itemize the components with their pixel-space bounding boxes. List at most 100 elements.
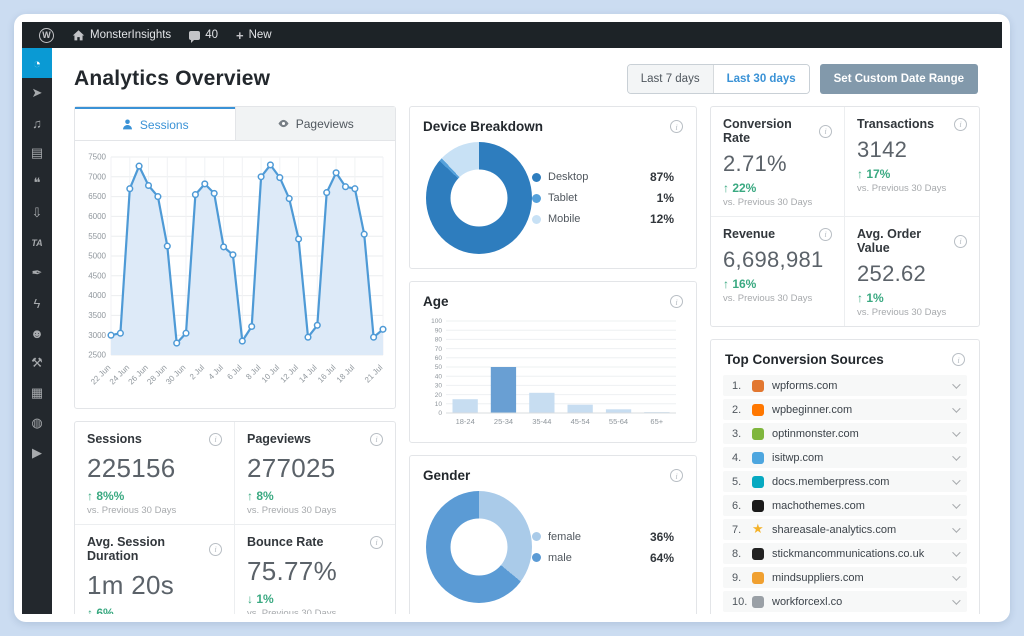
sidebar-item-appearance[interactable]: ✒ [22,258,52,288]
stat-card-2: Avg. Session Durationi1m 20s↑ 6%vs. Prev… [75,525,235,614]
source-rank: 3. [732,427,742,440]
source-rank: 6. [732,499,742,512]
source-row-mindsuppliers.com[interactable]: 9. mindsuppliers.com [723,567,967,588]
chevron-down-icon[interactable] [952,427,961,437]
chevron-down-icon[interactable] [952,451,961,461]
sidebar-item-notifications[interactable]: ◍ [22,408,52,438]
page-header: Analytics Overview Last 7 days Last 30 d… [52,48,1002,104]
info-icon[interactable]: i [954,234,967,248]
chevron-down-icon[interactable] [952,499,961,509]
info-icon[interactable]: i [209,432,222,446]
sidebar-item-settings[interactable]: ▦ [22,378,52,408]
svg-text:55-64: 55-64 [609,417,628,426]
gender-title: Gender [423,468,471,483]
stat-value: 2.71% [723,151,787,176]
sidebar-item-comments[interactable]: ❝ [22,168,52,198]
last-30-days-button[interactable]: Last 30 days [713,65,809,93]
source-row-machothemes.com[interactable]: 6. machothemes.com [723,495,967,516]
svg-text:24 Jun: 24 Jun [108,363,131,386]
svg-text:12 Jul: 12 Jul [279,363,301,385]
source-row-optinmonster.com[interactable]: 3. optinmonster.com [723,423,967,444]
site-name-menu[interactable]: MonsterInsights [63,22,180,48]
chevron-down-icon[interactable] [952,523,961,533]
info-icon[interactable]: i [670,469,683,482]
info-icon[interactable]: i [819,227,832,241]
person-icon [122,119,132,130]
info-icon[interactable]: i [370,432,383,446]
set-custom-date-range-button[interactable]: Set Custom Date Range [819,64,978,94]
comment-bubble-icon [189,30,201,43]
svg-text:50: 50 [435,364,443,371]
stat-card-0: Conversion Rate i 2.71% ↑ 22% vs. Previous 3… [711,107,845,217]
legend-value: 36% [649,529,674,544]
wp-admin-bar: W MonsterInsights 40 + New [22,22,1002,48]
sessions-line-chart: 2500 3000 3500 4000 4500 5000 5500 6000 6500 7000… [75,141,395,408]
gender-card: Gender i female 36% male 64% [409,455,697,614]
favicon-icon [752,403,764,416]
gender-legend: female 36% male 64% [532,530,674,565]
chevron-down-icon[interactable] [952,571,961,581]
sidebar-item-pages[interactable]: ▤ [22,138,52,168]
legend-item-male: male 64% [532,551,674,565]
source-row-stickmancommunications.co.uk[interactable]: 8. stickmancommunications.co.uk [723,543,967,564]
favicon-icon [752,571,764,584]
favicon-star-icon: ★ [752,520,764,536]
sidebar-item-dashboard[interactable]: ◔ [22,48,52,78]
sidebar-item-media[interactable]: ♫ [22,108,52,138]
chevron-down-icon[interactable] [952,595,961,605]
info-icon[interactable]: i [952,353,965,366]
legend-dot [532,553,541,562]
svg-text:20: 20 [435,392,443,399]
info-icon[interactable]: i [954,117,967,131]
info-icon[interactable]: i [670,295,683,308]
svg-text:26 Jun: 26 Jun [127,363,150,386]
gauge-icon: ◔ [33,55,41,71]
source-row-shareasale-analytics.com[interactable]: 7. ★ shareasale-analytics.com [723,519,967,540]
svg-text:4500: 4500 [88,271,106,280]
wordpress-logo-menu[interactable]: W [30,22,63,48]
source-row-wpbeginner.com[interactable]: 2. wpbeginner.com [723,399,967,420]
sidebar-item-ta-plugin[interactable]: TA [22,228,52,258]
svg-text:35-44: 35-44 [532,417,551,426]
tab-sessions[interactable]: Sessions [75,107,235,140]
source-row-docs.memberpress.com[interactable]: 5. docs.memberpress.com [723,471,967,492]
sidebar-item-tools[interactable]: ⚒ [22,348,52,378]
source-row-workforcexl.co[interactable]: 10. workforcexl.co [723,591,967,612]
info-icon[interactable]: i [670,120,683,133]
chevron-down-icon[interactable] [952,403,961,413]
comments-menu[interactable]: 40 [180,22,227,48]
sidebar-item-posts[interactable]: ➤ [22,78,52,108]
sidebar-item-users[interactable]: ☻ [22,318,52,348]
sidebar-item-downloads[interactable]: ⇩ [22,198,52,228]
sidebar-item-plugins[interactable]: ϟ [22,288,52,318]
tab-pageviews[interactable]: Pageviews [234,107,395,140]
svg-text:65+: 65+ [650,417,663,426]
last-7-days-button[interactable]: Last 7 days [627,65,714,93]
new-content-menu[interactable]: + New [227,22,281,48]
chevron-down-icon[interactable] [952,547,961,557]
stat-change: ↑ 6% [87,606,114,614]
stat-change: ↑ 17% [857,167,891,181]
source-row-isitwp.com[interactable]: 4. isitwp.com [723,447,967,468]
chevron-down-icon[interactable] [952,475,961,485]
stat-change: ↓ 1% [247,592,274,606]
source-rank: 2. [732,403,742,416]
sources-title: Top Conversion Sources [725,352,884,367]
legend-dot [532,214,541,224]
info-icon[interactable]: i [819,124,832,138]
gender-donut-chart [426,491,532,603]
new-label: New [248,29,272,41]
svg-text:100: 100 [431,318,442,325]
stat-card-1: Transactions i 3142 ↑ 17% vs. Previous 30 Da… [845,107,979,217]
info-icon[interactable]: i [209,542,222,556]
source-domain: wpbeginner.com [772,403,853,416]
info-icon[interactable]: i [370,535,383,549]
sidebar-item-player[interactable]: ▶ [22,438,52,468]
chevron-down-icon[interactable] [952,379,961,389]
source-row-wpforms.com[interactable]: 1. wpforms.com [723,375,967,396]
legend-dot [532,172,541,182]
site-name-label: MonsterInsights [90,29,172,41]
favicon-icon [752,547,764,560]
sessions-chart-card: Sessions Pageviews 2500 3000 3500 4000 4500 5… [74,106,396,409]
chart-tabs: Sessions Pageviews [75,107,395,141]
